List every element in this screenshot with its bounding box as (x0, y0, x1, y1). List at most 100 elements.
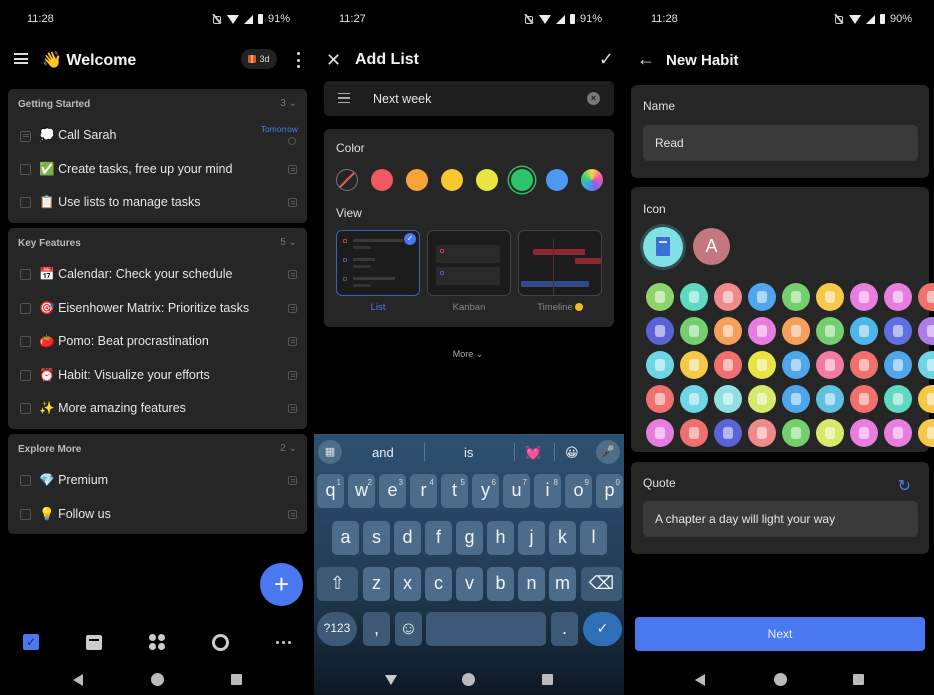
habit-icon-option[interactable] (748, 317, 776, 345)
key-shift[interactable]: ⇧ (317, 567, 358, 601)
gift-badge[interactable]: 3d (241, 49, 277, 69)
key-c[interactable]: c (425, 567, 452, 601)
refresh-icon[interactable]: ↻ (898, 476, 911, 496)
microphone-icon[interactable]: 🎤 (596, 440, 620, 464)
key-l[interactable]: l (580, 521, 607, 555)
key-space[interactable] (426, 612, 546, 646)
key-f[interactable]: f (425, 521, 452, 555)
home-icon[interactable] (774, 673, 787, 686)
group-header[interactable]: Key Features 5 ⌄ (8, 228, 307, 258)
habit-icon-option[interactable] (680, 419, 708, 447)
habit-icon-option[interactable] (918, 283, 934, 311)
menu-icon[interactable] (14, 53, 28, 64)
key-j[interactable]: j (518, 521, 545, 555)
color-swatch-lime[interactable] (476, 169, 498, 191)
habit-icon-option[interactable] (646, 351, 674, 379)
nav-tasks[interactable]: ✓ (21, 632, 41, 652)
group-header[interactable]: Getting Started 3 ⌄ (8, 89, 307, 119)
task-checkbox[interactable] (20, 508, 31, 520)
task-checkbox[interactable] (20, 475, 31, 486)
task-row[interactable]: 💭 Call Sarah Tomorrow (8, 119, 307, 153)
habit-icon-option[interactable] (714, 351, 742, 379)
nav-pomodoro[interactable] (210, 632, 230, 652)
view-option-kanban[interactable] (427, 230, 511, 296)
close-icon[interactable]: ✕ (326, 50, 341, 71)
task-row[interactable]: 📋 Use lists to manage tasks (8, 186, 307, 220)
habit-icon-option[interactable] (884, 351, 912, 379)
habit-icon-option[interactable] (918, 385, 934, 413)
habit-icon-option[interactable] (850, 317, 878, 345)
suggestion-smile-emoji[interactable]: 😀 (565, 445, 579, 461)
habit-icon-option[interactable] (748, 351, 776, 379)
key-s[interactable]: s (363, 521, 390, 555)
key-d[interactable]: d (394, 521, 421, 555)
color-swatch-rainbow[interactable] (581, 169, 603, 191)
habit-icon-option[interactable] (680, 283, 708, 311)
habit-icon-option[interactable] (680, 385, 708, 413)
nav-calendar[interactable] (84, 632, 104, 652)
custom-letter-icon[interactable]: A (693, 228, 730, 265)
color-swatch-none[interactable] (336, 169, 358, 191)
habit-icon-option[interactable] (748, 283, 776, 311)
key-r[interactable]: r4 (410, 474, 437, 508)
key-o[interactable]: o9 (565, 474, 592, 508)
recents-icon[interactable] (231, 674, 242, 685)
color-swatch-red[interactable] (371, 169, 393, 191)
keyboard-menu-icon[interactable]: ▦ (318, 440, 342, 464)
task-row[interactable]: 🎯 Eisenhower Matrix: Prioritize tasks (8, 292, 307, 326)
key-y[interactable]: y6 (472, 474, 499, 508)
key-m[interactable]: m (549, 567, 576, 601)
habit-icon-option[interactable] (918, 419, 934, 447)
back-icon[interactable] (73, 674, 83, 686)
task-checkbox[interactable] (20, 269, 31, 280)
quote-input[interactable]: A chapter a day will light your way (643, 501, 918, 537)
hide-keyboard-icon[interactable] (385, 675, 397, 685)
habit-icon-option[interactable] (816, 419, 844, 447)
more-options-link[interactable]: More ⌄ (312, 349, 624, 360)
task-row[interactable]: ✅ Create tasks, free up your mind (8, 153, 307, 187)
habit-icon-option[interactable] (816, 351, 844, 379)
task-checkbox[interactable] (20, 197, 31, 209)
home-icon[interactable] (151, 673, 164, 686)
next-button[interactable]: Next (635, 617, 925, 651)
back-arrow-icon[interactable]: ← (637, 49, 655, 70)
group-header[interactable]: Explore More 2 ⌄ (8, 434, 307, 464)
task-checkbox[interactable] (20, 163, 31, 175)
habit-icon-option[interactable] (782, 317, 810, 345)
key-w[interactable]: w2 (348, 474, 375, 508)
key-e[interactable]: e3 (379, 474, 406, 508)
recents-icon[interactable] (853, 674, 864, 685)
clear-icon[interactable]: × (587, 92, 600, 105)
habit-icon-option[interactable] (918, 317, 934, 345)
color-swatch-orange[interactable] (406, 169, 428, 191)
habit-icon-option[interactable] (850, 351, 878, 379)
home-icon[interactable] (462, 673, 475, 686)
habit-icon-option[interactable] (646, 385, 674, 413)
suggestion-heart-emoji[interactable]: 💓 (525, 445, 541, 461)
task-row[interactable]: 💡 Follow us (8, 498, 307, 532)
habit-icon-option[interactable] (714, 317, 742, 345)
habit-icon-option[interactable] (884, 385, 912, 413)
key-emoji[interactable]: ☺ (395, 612, 422, 646)
task-row[interactable]: 📅 Calendar: Check your schedule (8, 258, 307, 292)
habit-icon-option[interactable] (714, 283, 742, 311)
habit-icon-option[interactable] (748, 385, 776, 413)
habit-icon-option[interactable] (782, 419, 810, 447)
habit-icon-option[interactable] (646, 283, 674, 311)
task-row[interactable]: 🍅 Pomo: Beat procrastination (8, 325, 307, 359)
suggestion-1[interactable]: and (372, 445, 394, 460)
back-icon[interactable] (695, 674, 705, 686)
habit-icon-option[interactable] (680, 351, 708, 379)
confirm-icon[interactable]: ✓ (599, 49, 614, 70)
key-backspace[interactable]: ⌫ (581, 567, 622, 601)
task-checkbox[interactable] (20, 369, 31, 381)
habit-icon-option[interactable] (850, 419, 878, 447)
habit-icon-option[interactable] (680, 317, 708, 345)
habit-icon-option[interactable] (884, 317, 912, 345)
nav-more[interactable] (273, 632, 293, 652)
task-checkbox[interactable] (20, 336, 31, 348)
task-checkbox[interactable] (20, 403, 31, 415)
habit-icon-option[interactable] (646, 419, 674, 447)
key-z[interactable]: z (363, 567, 390, 601)
suggestion-2[interactable]: is (464, 445, 473, 460)
